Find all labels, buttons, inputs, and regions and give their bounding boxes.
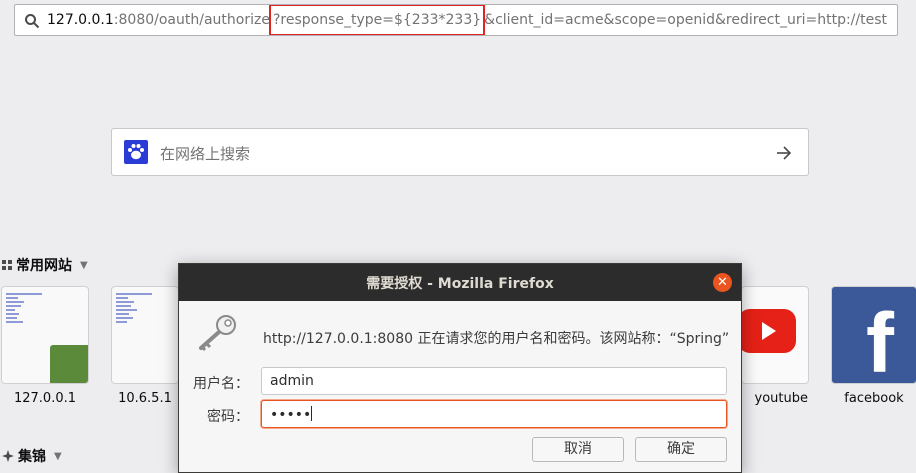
highlights-header[interactable]: 集锦 ▼ — [2, 446, 62, 466]
site-thumbnail — [112, 287, 178, 383]
chevron-down-icon[interactable]: ▼ — [54, 451, 62, 462]
site-thumbnail: f — [832, 287, 916, 383]
tile-label: 127.0.0.1 — [13, 391, 77, 406]
search-icon — [25, 14, 40, 29]
search-placeholder: 在网络上搜索 — [160, 145, 251, 163]
tile-label: facebook — [844, 391, 904, 406]
top-site-tile[interactable]: f facebook — [832, 287, 916, 406]
url-query-tail: &client_id=acme&scope=openid&redirect_ur… — [484, 12, 888, 28]
url-bar[interactable]: 127.0.0.1:8080/oauth/authorize ?response_… — [14, 4, 898, 36]
auth-message: http://127.0.0.1:8080 正在请求您的用户名和密码。该网站称：… — [263, 331, 730, 347]
youtube-logo-icon — [742, 309, 796, 353]
top-site-tile[interactable]: 10.6.5.1 — [112, 287, 178, 406]
chevron-down-icon[interactable]: ▼ — [80, 260, 88, 271]
top-sites-header[interactable]: 常用网站 ▼ — [2, 255, 88, 275]
tile-label: youtube — [754, 391, 808, 406]
password-value: ••••• — [270, 407, 312, 423]
site-thumbnail — [2, 287, 88, 383]
username-label: 用户名： — [193, 376, 249, 392]
text-caret — [311, 406, 313, 421]
facebook-logo-icon: f — [866, 296, 894, 383]
url-path: :8080/oauth/authorize — [113, 12, 270, 28]
url-host: 127.0.0.1 — [47, 12, 114, 28]
top-sites-title: 常用网站 — [16, 258, 72, 274]
sparkle-icon — [2, 450, 14, 462]
url-highlighted-parameter: ?response_type=${233*233} — [268, 5, 486, 35]
top-site-tile[interactable]: youtube — [742, 287, 808, 406]
close-button[interactable]: ✕ — [713, 273, 732, 292]
ok-button[interactable]: 确定 — [635, 437, 727, 462]
site-thumbnail — [742, 287, 808, 383]
web-search-box[interactable]: 在网络上搜索 — [111, 128, 809, 176]
highlights-title: 集锦 — [18, 449, 46, 465]
arrow-right-icon[interactable] — [774, 143, 794, 163]
cancel-button[interactable]: 取消 — [532, 437, 624, 462]
top-site-tile[interactable]: 127.0.0.1 — [2, 287, 88, 406]
grid-icon — [2, 260, 12, 270]
dialog-title: 需要授权 - Mozilla Firefox — [366, 275, 554, 292]
username-field[interactable]: admin — [261, 367, 727, 395]
site-favicon-icon — [50, 345, 88, 383]
key-icon — [199, 315, 236, 352]
tile-label: 10.6.5.1 — [118, 391, 172, 406]
username-value: admin — [270, 373, 314, 389]
password-label: 密码： — [207, 409, 249, 425]
password-field[interactable]: ••••• — [261, 400, 727, 428]
auth-dialog: 需要授权 - Mozilla Firefox ✕ http://127.0.0.… — [178, 263, 742, 473]
dialog-titlebar[interactable]: 需要授权 - Mozilla Firefox ✕ — [179, 264, 741, 301]
baidu-paw-icon — [124, 140, 148, 164]
